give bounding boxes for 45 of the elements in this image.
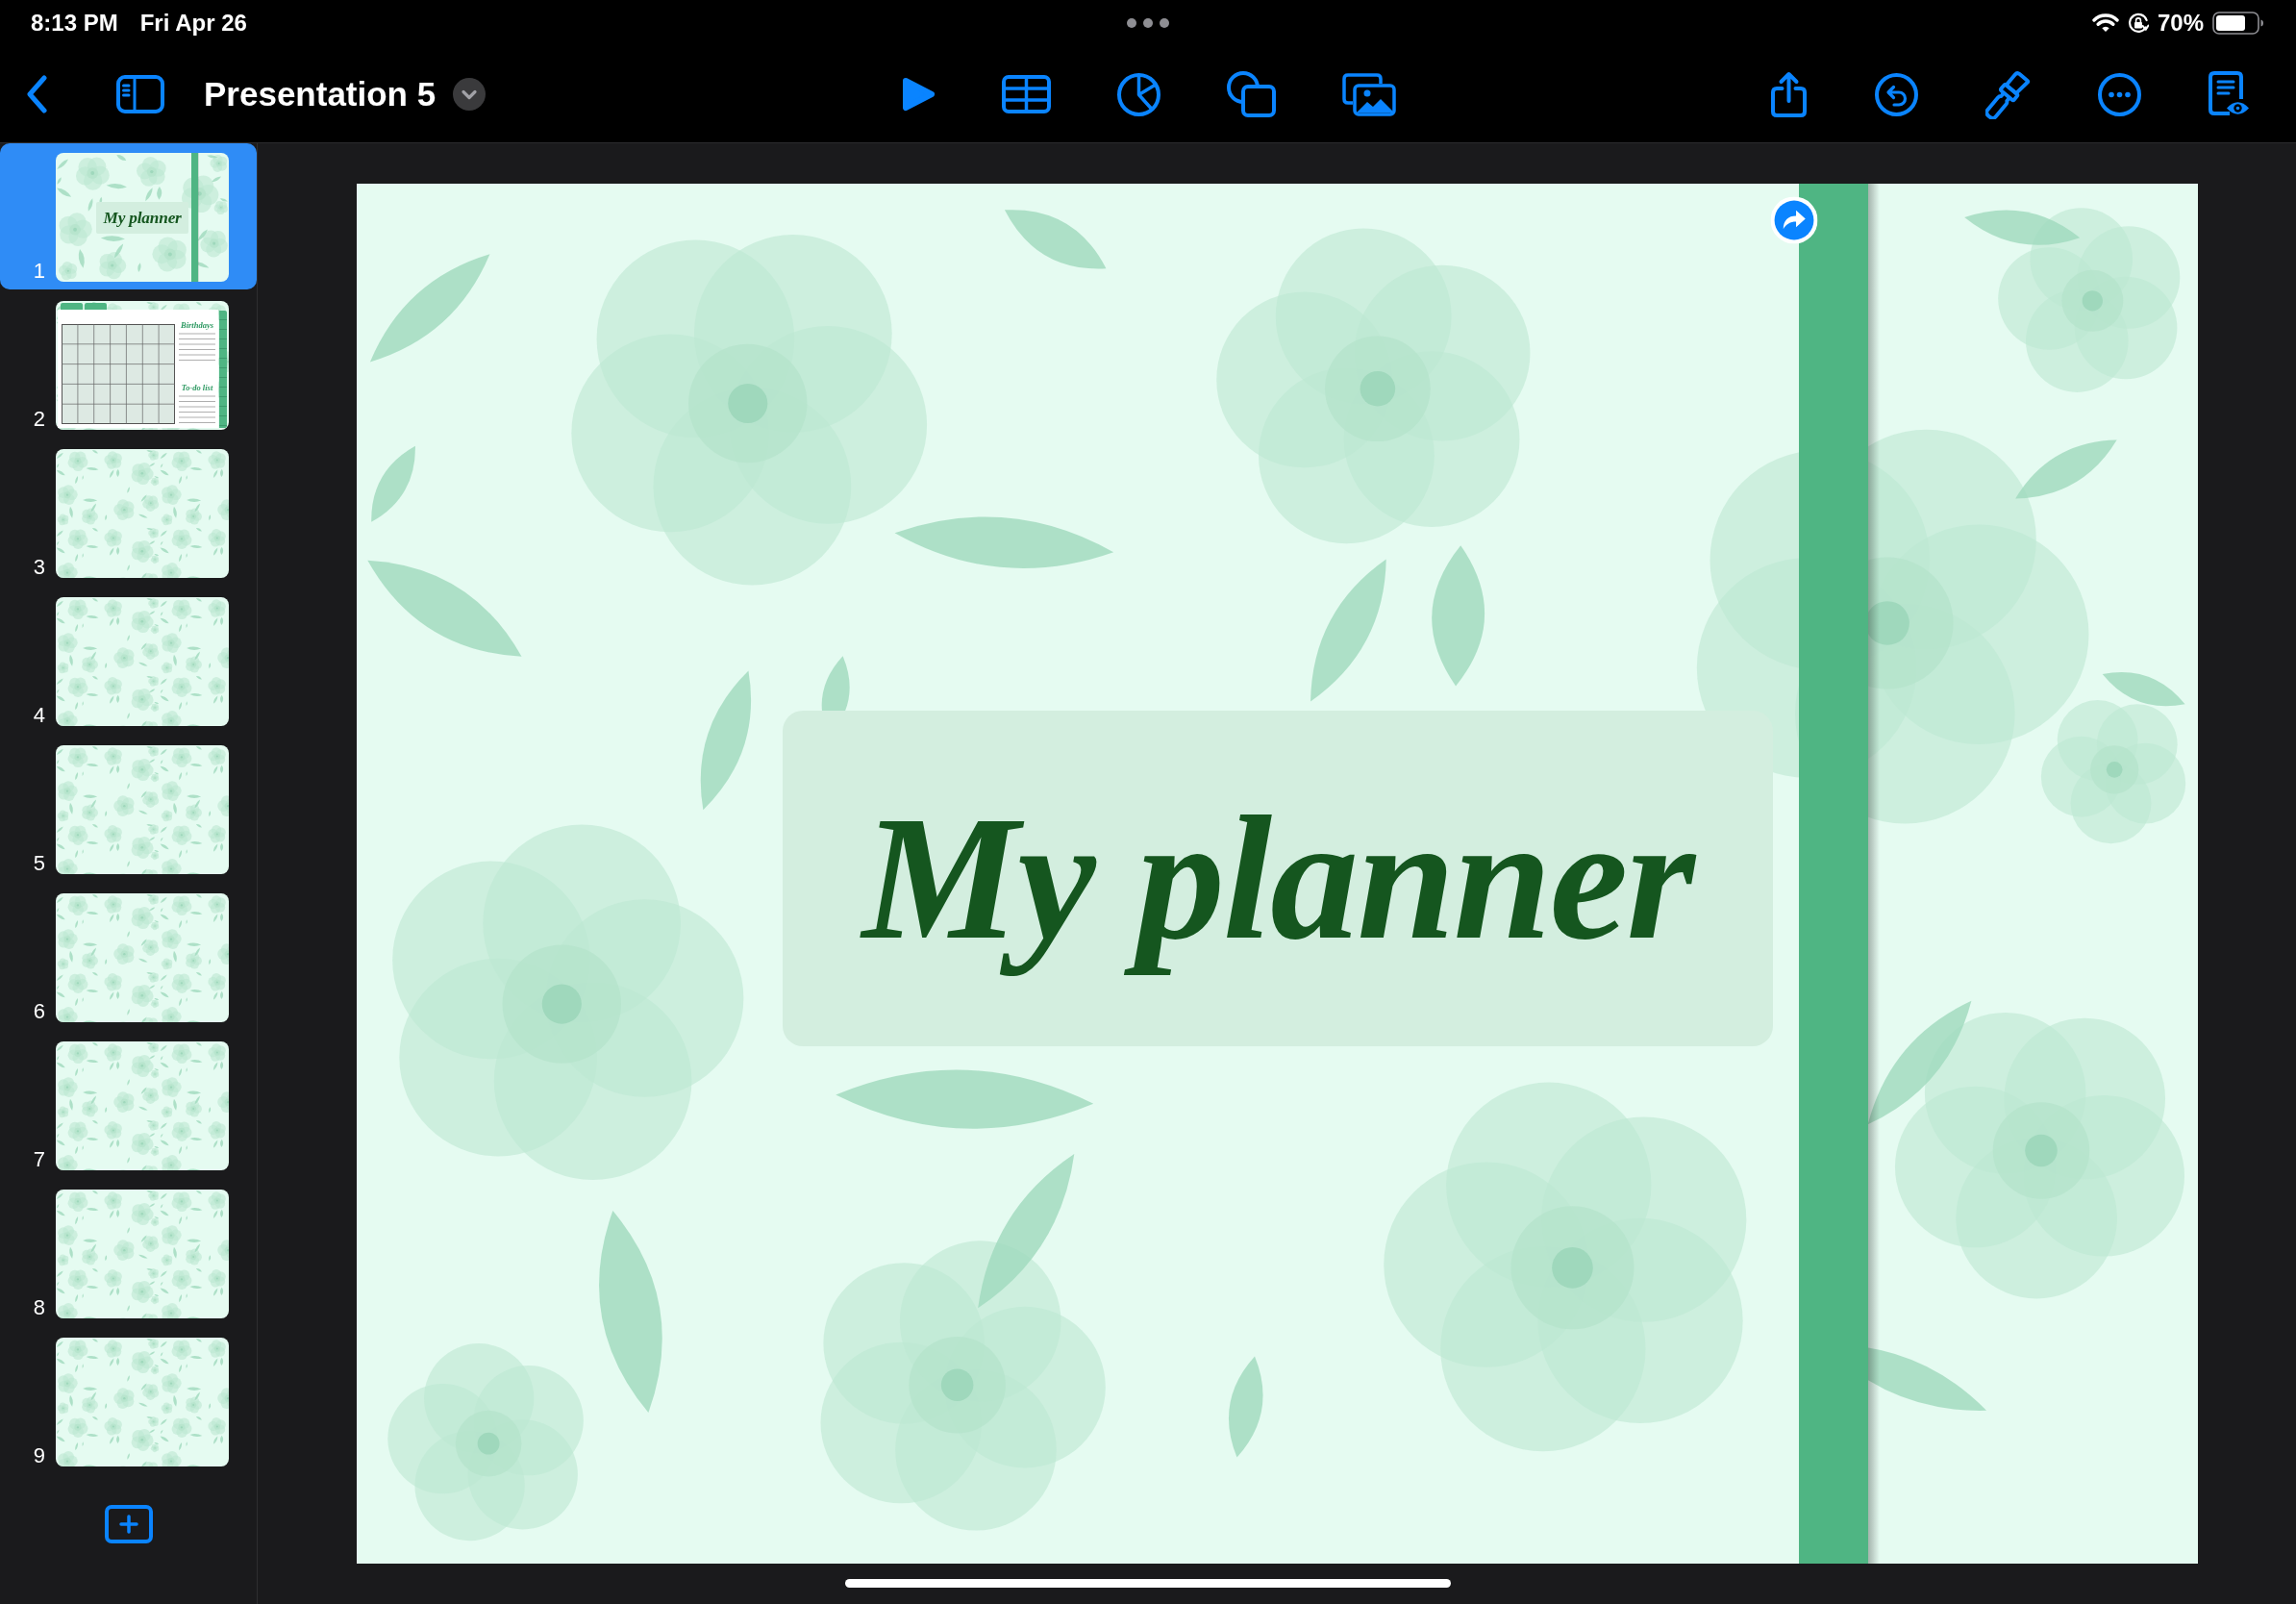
chevron-down-icon[interactable]: [453, 78, 487, 111]
list-heading: To-do list: [181, 384, 213, 393]
ellipsis-circle-icon[interactable]: [2098, 72, 2141, 116]
slide-number: 7: [33, 1149, 45, 1170]
document-title[interactable]: Presentation 5: [204, 74, 437, 114]
wifi-icon: [2091, 13, 2119, 34]
battery-percentage: 70%: [2157, 10, 2204, 37]
slide-list-item[interactable]: 5: [0, 736, 257, 882]
pie-chart-icon[interactable]: [1116, 72, 1160, 116]
rotation-lock-icon: [2127, 13, 2149, 34]
slide-number: 8: [33, 1297, 45, 1318]
slide-number: 1: [33, 261, 45, 282]
slide-number: 6: [33, 1001, 45, 1022]
play-icon[interactable]: [900, 76, 936, 113]
slide-number: 5: [33, 853, 45, 874]
multitasking-dots-icon[interactable]: [1127, 18, 1169, 28]
ruled-lines-drawing: [179, 332, 215, 362]
slide-number: 4: [33, 705, 45, 726]
plus-square-icon[interactable]: [104, 1505, 153, 1543]
photos-icon[interactable]: [1341, 72, 1396, 116]
thumbnail-title: My planner: [103, 208, 182, 228]
slide-number: 9: [33, 1445, 45, 1466]
slide-list-item[interactable]: 8: [0, 1180, 257, 1326]
table-icon[interactable]: [1001, 75, 1051, 113]
battery-icon: [2212, 12, 2264, 35]
status-date: Fri Apr 26: [139, 10, 247, 37]
share-icon[interactable]: [1770, 71, 1808, 117]
slide-list-item[interactable]: 3: [0, 439, 257, 586]
status-time: 8:13 PM: [31, 10, 118, 37]
slide-list-item[interactable]: 4: [0, 588, 257, 734]
ruled-lines-drawing: [179, 395, 215, 424]
slide-number: 3: [33, 557, 45, 578]
paintbrush-icon[interactable]: [1985, 69, 2031, 119]
list-heading: Birthdays: [181, 321, 213, 331]
slide-list-item[interactable]: 7: [0, 1032, 257, 1178]
slide-list-item[interactable]: 9: [0, 1328, 257, 1474]
slide-number: 2: [33, 409, 45, 430]
slide-list-item[interactable]: 2 Birthdays To-do list: [0, 291, 257, 438]
shapes-icon[interactable]: [1226, 71, 1276, 117]
sidebar-icon[interactable]: [116, 75, 164, 113]
document-eye-icon[interactable]: [2209, 71, 2250, 117]
chevron-left-icon[interactable]: [25, 75, 48, 113]
slide-list-item[interactable]: 6: [0, 884, 257, 1030]
undo-icon[interactable]: [1875, 72, 1918, 116]
slide-list-item[interactable]: 1 My planner: [0, 143, 257, 289]
